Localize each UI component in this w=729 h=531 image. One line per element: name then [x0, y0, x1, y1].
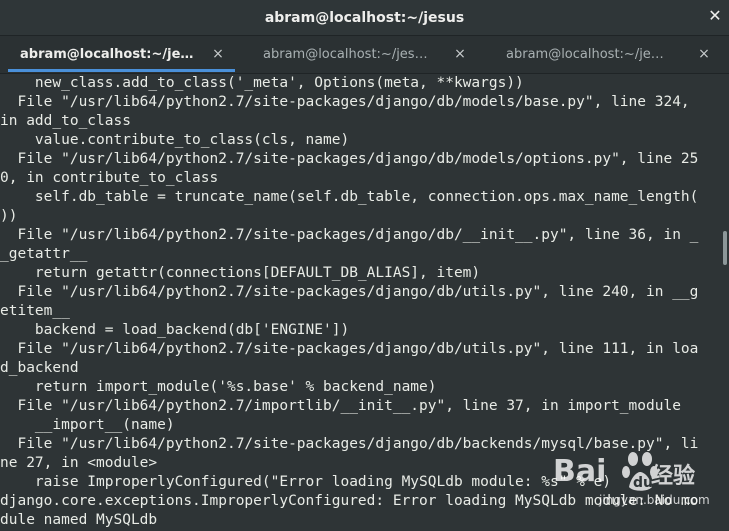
terminal-line: File "/usr/lib64/python2.7/site-packages… — [0, 227, 699, 243]
terminal-line: d_backend — [0, 360, 79, 376]
terminal-line: File "/usr/lib64/python2.7/site-packages… — [0, 94, 690, 110]
terminal-line: _getattr__ — [0, 246, 88, 262]
tab-close-icon[interactable]: × — [452, 45, 468, 63]
terminal-scrollbar[interactable] — [719, 74, 729, 531]
terminal-line: 0, in contribute_to_class — [0, 170, 219, 186]
terminal-line: django.core.exceptions.ImproperlyConfigu… — [0, 493, 699, 509]
terminal-output[interactable]: new_class.add_to_class('_meta', Options(… — [0, 74, 729, 531]
terminal-line: File "/usr/lib64/python2.7/site-packages… — [0, 341, 699, 357]
tab-label: abram@localhost:~/je… — [20, 47, 194, 62]
terminal-line: backend = load_backend(db['ENGINE']) — [0, 322, 350, 338]
terminal-tab-2[interactable]: abram@localhost:~/jes… × — [243, 36, 486, 73]
terminal-line: File "/usr/lib64/python2.7/site-packages… — [0, 151, 699, 167]
terminal-line: dule named MySQLdb — [0, 512, 158, 528]
terminal-line: File "/usr/lib64/python2.7/site-packages… — [0, 284, 699, 300]
tab-label: abram@localhost:~/jes… — [263, 47, 428, 62]
terminal-tab-1[interactable]: abram@localhost:~/je… × — [0, 36, 243, 73]
terminal-line: __import__(name) — [0, 417, 175, 433]
terminal-window: abram@localhost:~/jesus ✕ abram@localhos… — [0, 0, 729, 531]
terminal-line: ne 27, in <module> — [0, 455, 158, 471]
terminal-line: self.db_table = truncate_name(self.db_ta… — [0, 189, 699, 205]
scrollbar-thumb[interactable] — [723, 231, 727, 265]
terminal-line: raise ImproperlyConfigured("Error loadin… — [0, 474, 612, 490]
terminal-line: in add_to_class — [0, 113, 131, 129]
tab-bar: abram@localhost:~/je… × abram@localhost:… — [0, 36, 729, 74]
window-close-icon[interactable]: ✕ — [703, 4, 727, 28]
terminal-line: )) — [0, 208, 18, 224]
tab-close-icon[interactable]: × — [696, 45, 712, 63]
terminal-tab-3[interactable]: abram@localhost:~/je… × — [486, 36, 729, 73]
tab-close-icon[interactable]: × — [210, 45, 226, 63]
window-title: abram@localhost:~/jesus — [264, 10, 465, 26]
terminal-line: etitem__ — [0, 303, 70, 319]
terminal-line: return getattr(connections[DEFAULT_DB_AL… — [0, 265, 481, 281]
terminal-line: value.contribute_to_class(cls, name) — [0, 132, 350, 148]
terminal-line: new_class.add_to_class('_meta', Options(… — [0, 75, 524, 91]
terminal-line: File "/usr/lib64/python2.7/importlib/__i… — [0, 398, 681, 414]
terminal-line: File "/usr/lib64/python2.7/site-packages… — [0, 436, 699, 452]
terminal-line: return import_module('%s.base' % backend… — [0, 379, 437, 395]
title-bar: abram@localhost:~/jesus ✕ — [0, 0, 729, 36]
tab-label: abram@localhost:~/je… — [506, 47, 664, 62]
